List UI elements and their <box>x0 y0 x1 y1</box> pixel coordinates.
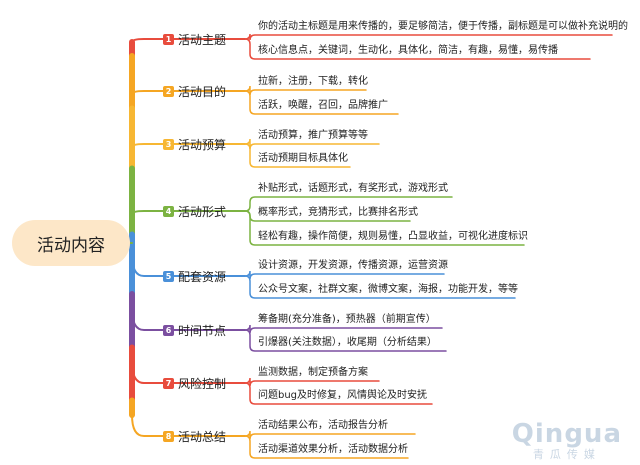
category-label: 配套资源 <box>178 269 227 284</box>
leaf-item: 活动预期目标具体化 <box>258 153 348 164</box>
leaf-item: 拉新，注册，下载，转化 <box>258 76 368 87</box>
leaf-item: 补贴形式，话题形式，有奖形式，游戏形式 <box>258 183 448 194</box>
watermark-logo-text: Qingua <box>511 419 622 449</box>
category-8: 8 活动总结 <box>163 427 226 445</box>
category-label: 活动形式 <box>178 204 227 219</box>
leaf-item: 活动预算，推广预算等等 <box>258 130 368 141</box>
leaf-item: 监测数据，制定预备方案 <box>258 367 368 378</box>
category-7: 7 风险控制 <box>163 374 226 392</box>
category-1: 1 活动主题 <box>163 30 226 48</box>
category-2: 2 活动目的 <box>163 82 226 100</box>
watermark-sub-text: 青瓜传媒 <box>532 448 601 461</box>
leaf-item: 筹备期(充分准备)，预热器（前期宣传） <box>258 314 436 325</box>
category-label: 活动主题 <box>178 32 227 47</box>
category-4: 4 活动形式 <box>163 202 226 220</box>
leaf-item: 活动结果公布，活动报告分析 <box>258 420 388 431</box>
category-label: 活动目的 <box>178 84 227 99</box>
category-3: 3 活动预算 <box>163 135 226 153</box>
category-number-badge: 8 <box>163 430 174 442</box>
leaf-item: 引爆器(关注数据），收尾期（分析结果） <box>258 337 437 348</box>
mind-map: 活动内容 1 活动主题 你的活动主标题是用来传播的，要足够简洁，便于传播，副标题是可… <box>0 0 640 465</box>
category-number-badge: 6 <box>163 324 174 336</box>
leaf-item: 核心信息点，关键词，生动化，具体化，简洁，有趣，易懂，易传播 <box>258 45 558 56</box>
root-label: 活动内容 <box>37 235 105 256</box>
leaf-item: 你的活动主标题是用来传播的，要足够简洁，便于传播，副标题是可以做补充说明的 <box>258 21 628 32</box>
leaf-item: 概率形式，竞猜形式，比赛排名形式 <box>258 207 418 218</box>
category-number-badge: 1 <box>163 33 174 45</box>
category-number-badge: 2 <box>163 85 174 97</box>
category-label: 活动总结 <box>178 429 227 444</box>
category-number-badge: 4 <box>163 205 174 217</box>
category-6: 6 时间节点 <box>163 321 226 339</box>
category-number-badge: 5 <box>163 270 174 282</box>
category-label: 活动预算 <box>178 137 227 152</box>
branch-line <box>244 33 613 41</box>
category-number-badge: 3 <box>163 138 174 150</box>
leaf-item: 设计资源，开发资源，传播资源，运营资源 <box>258 260 448 271</box>
watermark-logo: Qingua 青瓜传媒 <box>512 420 622 461</box>
leaf-item: 轻松有趣，操作简便，规则易懂，凸显收益，可视化进度标识 <box>258 231 528 242</box>
category-label: 时间节点 <box>178 323 227 338</box>
leaf-item: 问题bug及时修复，风情舆论及时安抚 <box>258 390 428 401</box>
category-5: 5 配套资源 <box>163 267 226 285</box>
root-node: 活动内容 <box>12 220 130 266</box>
leaf-item: 活动渠道效果分析，活动数据分析 <box>258 444 408 455</box>
category-label: 风险控制 <box>178 376 227 391</box>
leaf-item: 公众号文案，社群文案，微博文案，海报，功能开发，等等 <box>258 284 518 295</box>
category-number-badge: 7 <box>163 377 174 389</box>
leaf-item: 活跃，唤醒，召回，品牌推广 <box>258 100 388 111</box>
